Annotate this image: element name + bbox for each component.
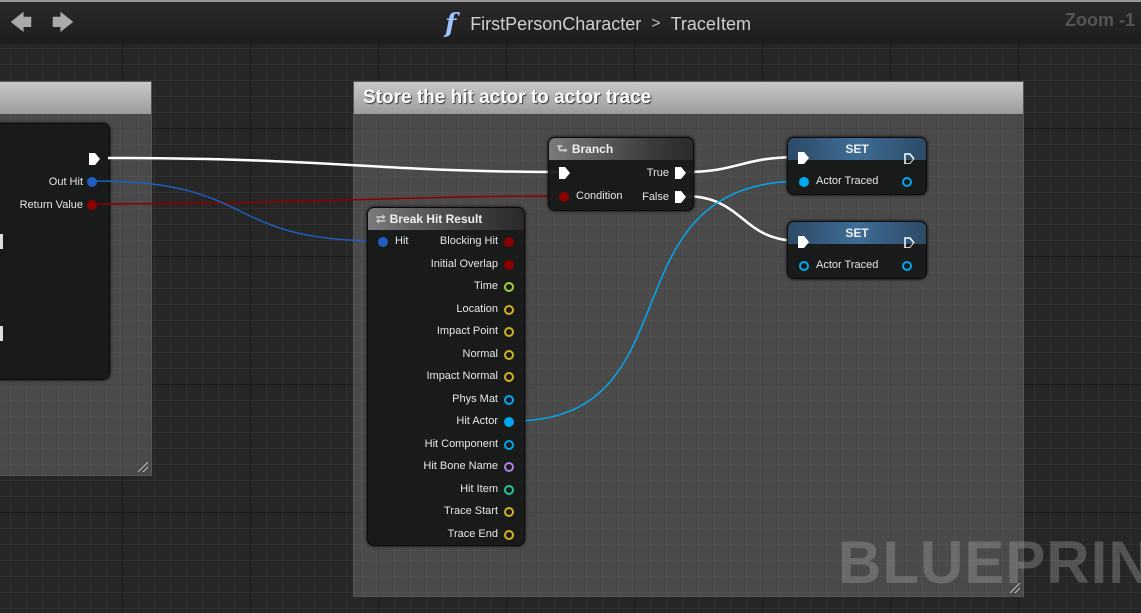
- output-pin-hit-actor[interactable]: [504, 417, 514, 427]
- return-value-pin[interactable]: [87, 200, 97, 210]
- resize-handle-icon[interactable]: [138, 462, 148, 472]
- pin-bar: [0, 326, 3, 341]
- false-exec-pin[interactable]: [675, 191, 686, 203]
- output-label-blocking-hit: Blocking Hit: [439, 235, 498, 247]
- output-label-time: Time: [473, 280, 498, 292]
- break-hit-result-node[interactable]: ⮂ Break Hit Result Hit Blocking Hit Initia…: [367, 207, 525, 546]
- output-label-phys-mat: Phys Mat: [452, 392, 498, 405]
- zoom-level: Zoom -1: [1065, 10, 1135, 30]
- set2-actor-traced-label: Actor Traced: [816, 259, 879, 271]
- breadcrumb: f FirstPersonCharacter > TraceItem: [445, 8, 751, 40]
- set2-actor-traced-output-pin[interactable]: [902, 261, 912, 271]
- forward-arrow-icon[interactable]: 🡆: [51, 10, 75, 36]
- output-pin-normal[interactable]: [504, 349, 514, 360]
- pin-bar: [0, 234, 3, 249]
- output-pin-hit-bone-name[interactable]: [504, 462, 514, 472]
- branch-title: Branch: [571, 142, 614, 156]
- pin-label-out-hit: Out Hit: [48, 176, 83, 188]
- output-pin-trace-start[interactable]: [504, 507, 514, 517]
- set1-actor-traced-output-pin[interactable]: [902, 177, 912, 187]
- breadcrumb-item-function[interactable]: TraceItem: [671, 14, 751, 35]
- out-hit-pin[interactable]: [87, 177, 97, 187]
- output-label-hit-actor: Hit Actor: [456, 415, 498, 427]
- output-pin-impact-normal[interactable]: [504, 372, 514, 382]
- output-label-normal: Normal: [462, 347, 498, 360]
- back-arrow-icon[interactable]: 🡄: [9, 10, 33, 36]
- output-label-hit-item: Hit Item: [460, 482, 498, 495]
- output-label-initial-overlap: Initial Overlap: [430, 257, 498, 270]
- exec-input-pin[interactable]: [559, 167, 570, 179]
- set1-actor-traced-label: Actor Traced: [816, 175, 879, 187]
- graph-topbar: 🡄 🡆 f FirstPersonCharacter > TraceItem Z…: [0, 0, 1141, 44]
- exec-output-pin[interactable]: [89, 153, 100, 165]
- condition-pin[interactable]: [559, 192, 569, 202]
- output-label-trace-end: Trace End: [447, 527, 498, 540]
- breadcrumb-separator: >: [651, 15, 661, 32]
- breadcrumb-item-class[interactable]: FirstPersonCharacter: [470, 14, 641, 35]
- true-exec-pin[interactable]: [675, 167, 686, 179]
- hit-input-pin[interactable]: [378, 237, 388, 247]
- output-pin-phys-mat[interactable]: [504, 394, 514, 405]
- blueprint-watermark: BLUEPRINT: [838, 529, 1141, 596]
- output-pin-initial-overlap[interactable]: [504, 259, 514, 270]
- output-label-hit-bone-name: Hit Bone Name: [423, 460, 498, 472]
- output-pin-blocking-hit[interactable]: [504, 237, 514, 247]
- set-node-1[interactable]: SET Actor Traced: [787, 137, 927, 195]
- output-pin-trace-end[interactable]: [504, 529, 514, 540]
- output-label-impact-normal: Impact Normal: [426, 370, 498, 382]
- comment-header-left: [0, 82, 151, 114]
- output-label-impact-point: Impact Point: [436, 325, 498, 337]
- output-pin-time[interactable]: [504, 282, 514, 292]
- branch-icon: ⮑: [557, 142, 568, 156]
- break-hit-title: Break Hit Result: [389, 212, 483, 226]
- output-pin-hit-component[interactable]: [504, 439, 514, 450]
- branch-node[interactable]: ⮑ Branch Condition True False: [548, 137, 694, 211]
- output-label-hit-component: Hit Component: [424, 437, 498, 450]
- branch-header: ⮑ Branch: [549, 138, 693, 160]
- output-pin-location[interactable]: [504, 304, 514, 315]
- set-node-2[interactable]: SET Actor Traced: [787, 221, 927, 279]
- comment-title[interactable]: Store the hit actor to actor trace: [354, 82, 1023, 114]
- break-struct-icon: ⮂: [376, 212, 386, 226]
- pin-label-return-value: Return Value: [19, 199, 83, 211]
- trace-node[interactable]: Out Hit Return Value: [0, 123, 110, 380]
- output-pin-hit-item[interactable]: [504, 484, 514, 495]
- break-hit-header: ⮂ Break Hit Result: [368, 208, 524, 230]
- output-pin-impact-point[interactable]: [504, 327, 514, 337]
- set1-actor-traced-input-pin[interactable]: [799, 177, 809, 187]
- set2-actor-traced-input-pin[interactable]: [799, 261, 809, 271]
- true-label: True: [646, 167, 669, 179]
- function-icon: f: [445, 9, 457, 39]
- output-label-trace-start: Trace Start: [444, 505, 498, 517]
- false-label: False: [642, 191, 669, 203]
- output-label-location: Location: [456, 302, 498, 315]
